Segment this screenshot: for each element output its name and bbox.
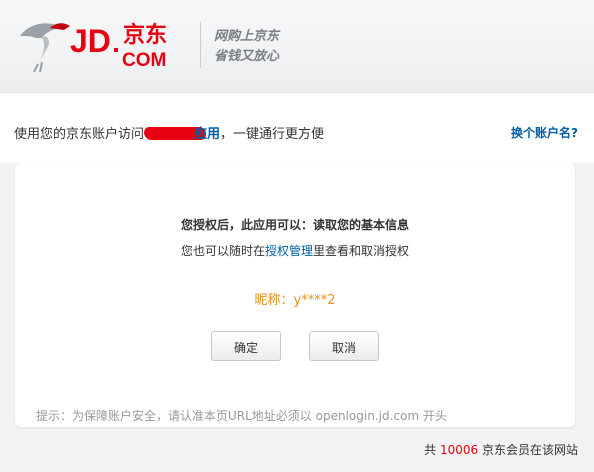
jd-mascot-icon: [20, 23, 70, 73]
svg-text:JD: JD: [70, 23, 111, 59]
svg-text:京东: 京东: [123, 22, 167, 48]
manage-prefix: 您也可以随时在: [180, 244, 265, 258]
brand-slogan: 网购上京东 省钱又放心: [214, 27, 279, 67]
member-count-footer: 共 10006 京东会员在该网站: [424, 441, 578, 458]
footer-suffix: 京东会员在该网站: [478, 443, 578, 457]
cancel-button[interactable]: 取消: [309, 331, 379, 361]
site-header: JD 京东 COM 网购上京东 省钱又放心: [0, 0, 594, 93]
switch-account-link[interactable]: 换个账户名?: [511, 124, 578, 141]
logo-divider: [200, 22, 201, 68]
manage-text: 您也可以随时在授权管理里查看和取消授权: [15, 242, 575, 259]
nickname-label: 昵称：y****2: [254, 293, 336, 308]
permission-text: 您授权后，此应用可以：读取您的基本信息: [180, 218, 409, 232]
authorization-management-link[interactable]: 授权管理: [265, 244, 313, 258]
jd-logo[interactable]: JD 京东 COM: [16, 14, 192, 74]
security-hint: 提示：为保障账户安全，请认准本页URL地址必须以 openlogin.jd.co…: [36, 409, 447, 423]
intro-suffix: ，一键通行更方便: [220, 127, 325, 142]
member-count: 10006: [439, 443, 479, 457]
manage-suffix: 里查看和取消授权: [313, 244, 410, 258]
slogan-line-1: 网购上京东: [214, 29, 280, 44]
svg-text:COM: COM: [122, 50, 166, 71]
app-name-link[interactable]: 应用: [194, 127, 220, 142]
footer-prefix: 共: [424, 443, 440, 457]
authorization-card: 您授权后，此应用可以：读取您的基本信息 您也可以随时在授权管理里查看和取消授权 …: [15, 163, 575, 427]
intro-text: 使用您的京东账户访问 应用，一键通行更方便: [14, 123, 324, 142]
intro-bar: 使用您的京东账户访问 应用，一键通行更方便 换个账户名?: [0, 93, 594, 163]
confirm-button[interactable]: 确定: [211, 331, 281, 361]
slogan-line-2: 省钱又放心: [214, 49, 280, 64]
intro-prefix: 使用您的京东账户访问: [14, 127, 145, 142]
card-area: 您授权后，此应用可以：读取您的基本信息 您也可以随时在授权管理里查看和取消授权 …: [0, 163, 594, 433]
